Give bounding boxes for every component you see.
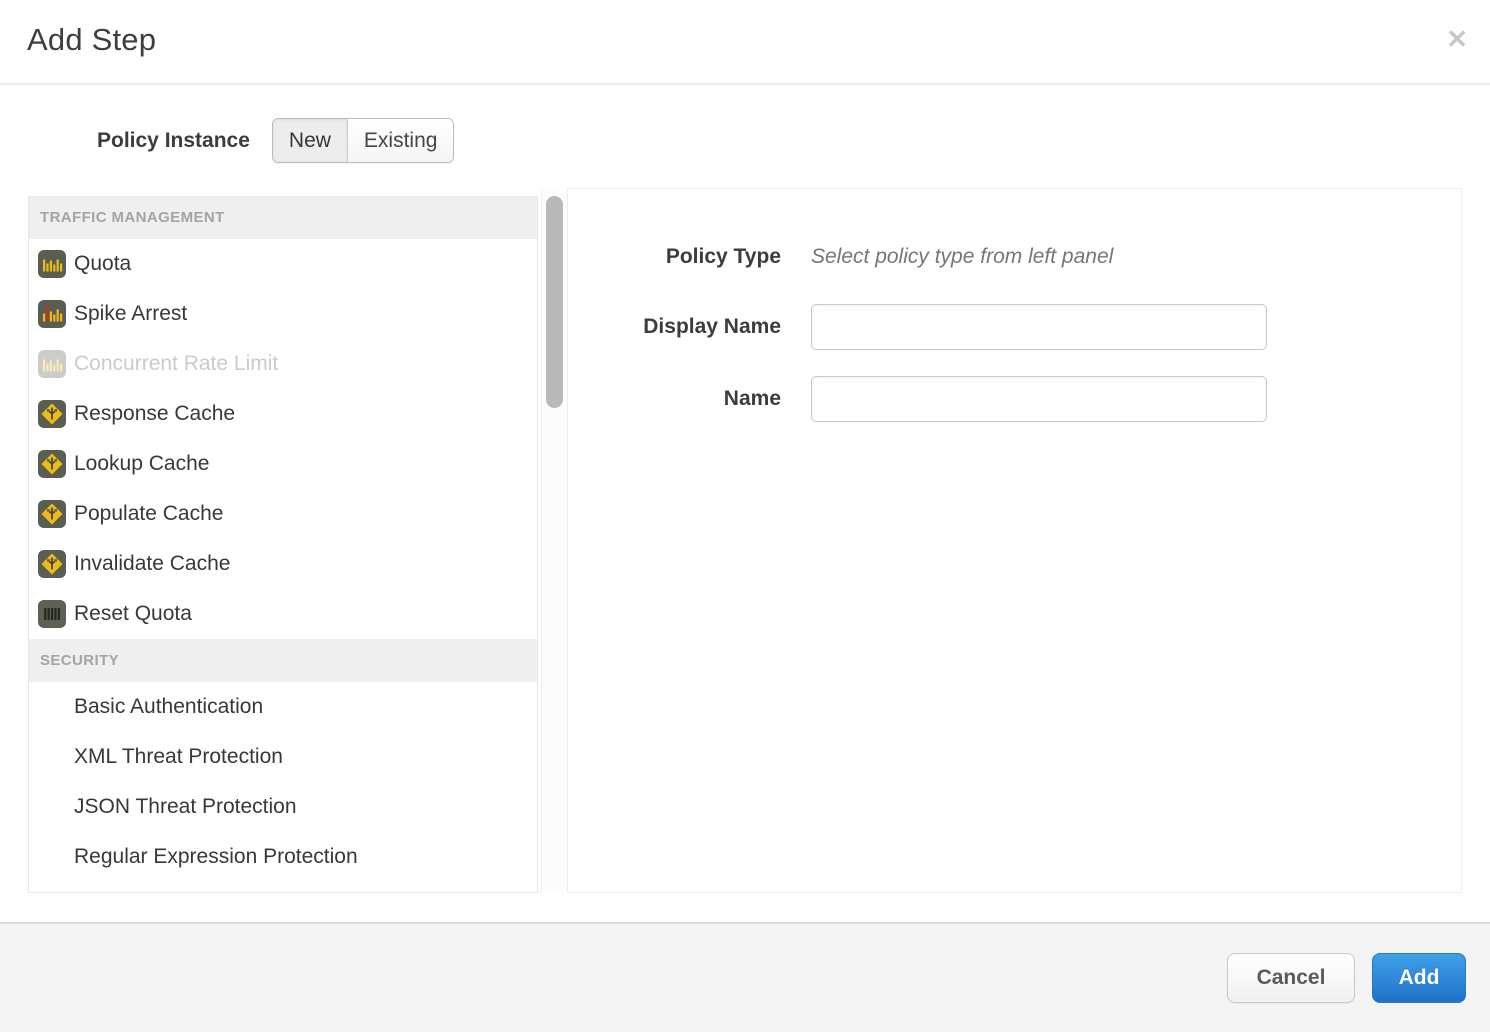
- display-name-row: Display Name: [568, 304, 1461, 350]
- display-name-field[interactable]: [811, 304, 1267, 350]
- add-button[interactable]: Add: [1372, 953, 1466, 1003]
- item-label: Reset Quota: [74, 602, 192, 626]
- list-item-quota[interactable]: Quota: [29, 239, 537, 289]
- list-item-spike-arrest[interactable]: Spike Arrest: [29, 289, 537, 339]
- display-name-label: Display Name: [568, 315, 781, 339]
- item-label: Response Cache: [74, 402, 235, 426]
- policy-instance-label: Policy Instance: [97, 129, 250, 153]
- toggle-existing-button[interactable]: Existing: [347, 119, 454, 162]
- close-icon[interactable]: ✕: [1446, 24, 1468, 55]
- list-item-populate-cache[interactable]: Populate Cache: [29, 489, 537, 539]
- policy-instance-toggle: New Existing: [272, 118, 455, 163]
- policy-type-hint: Select policy type from left panel: [811, 245, 1113, 269]
- item-label: Basic Authentication: [74, 695, 263, 719]
- dialog-header: Add Step ✕: [0, 0, 1490, 85]
- cache-diamond-icon: [38, 550, 66, 578]
- item-label: Populate Cache: [74, 502, 223, 526]
- dialog-footer: Cancel Add: [0, 922, 1490, 1032]
- policy-form-panel: Policy Type Select policy type from left…: [567, 188, 1462, 893]
- cache-diamond-icon: [38, 400, 66, 428]
- list-item-concurrent-rate-limit: Concurrent Rate Limit: [29, 339, 537, 389]
- security-shield-icon: [38, 693, 66, 721]
- list-item-xml-threat-protection[interactable]: XML Threat Protection: [29, 732, 537, 782]
- item-label: JSON Threat Protection: [74, 795, 297, 819]
- quota-bars-icon: [38, 250, 66, 278]
- section-header-security: SECURITY: [29, 639, 537, 682]
- reset-quota-icon: [38, 600, 66, 628]
- cancel-button[interactable]: Cancel: [1227, 953, 1355, 1003]
- scrollbar[interactable]: [541, 190, 568, 893]
- security-shield-icon: [38, 843, 66, 871]
- item-label: Invalidate Cache: [74, 552, 230, 576]
- item-label: Quota: [74, 252, 131, 276]
- policy-type-row: Policy Type Select policy type from left…: [568, 237, 1461, 277]
- scrollbar-thumb[interactable]: [546, 196, 563, 408]
- list-item-reset-quota[interactable]: Reset Quota: [29, 589, 537, 639]
- toggle-new-button[interactable]: New: [273, 119, 347, 162]
- policy-type-label: Policy Type: [568, 245, 781, 269]
- list-item-response-cache[interactable]: Response Cache: [29, 389, 537, 439]
- item-label: Lookup Cache: [74, 452, 209, 476]
- cache-diamond-icon: [38, 500, 66, 528]
- policy-instance-row: Policy Instance New Existing: [97, 118, 454, 163]
- security-shield-icon: [38, 743, 66, 771]
- name-field[interactable]: [811, 376, 1267, 422]
- quota-bars-icon: [38, 350, 66, 378]
- item-label: Regular Expression Protection: [74, 845, 358, 869]
- security-shield-icon: [38, 793, 66, 821]
- item-label: XML Threat Protection: [74, 745, 283, 769]
- list-item-lookup-cache[interactable]: Lookup Cache: [29, 439, 537, 489]
- name-label: Name: [568, 387, 781, 411]
- spike-arrest-icon: [38, 300, 66, 328]
- section-header-traffic-management: TRAFFIC MANAGEMENT: [29, 196, 537, 239]
- item-label: Spike Arrest: [74, 302, 187, 326]
- page-title: Add Step: [27, 22, 156, 58]
- name-row: Name: [568, 376, 1461, 422]
- list-item-regular-expression-protection[interactable]: Regular Expression Protection: [29, 832, 537, 882]
- list-item-basic-authentication[interactable]: Basic Authentication: [29, 682, 537, 732]
- item-label: Concurrent Rate Limit: [74, 352, 278, 376]
- cache-diamond-icon: [38, 450, 66, 478]
- list-item-invalidate-cache[interactable]: Invalidate Cache: [29, 539, 537, 589]
- policy-type-list: TRAFFIC MANAGEMENT Quota Spike Arrest: [28, 196, 538, 893]
- list-item-json-threat-protection[interactable]: JSON Threat Protection: [29, 782, 537, 832]
